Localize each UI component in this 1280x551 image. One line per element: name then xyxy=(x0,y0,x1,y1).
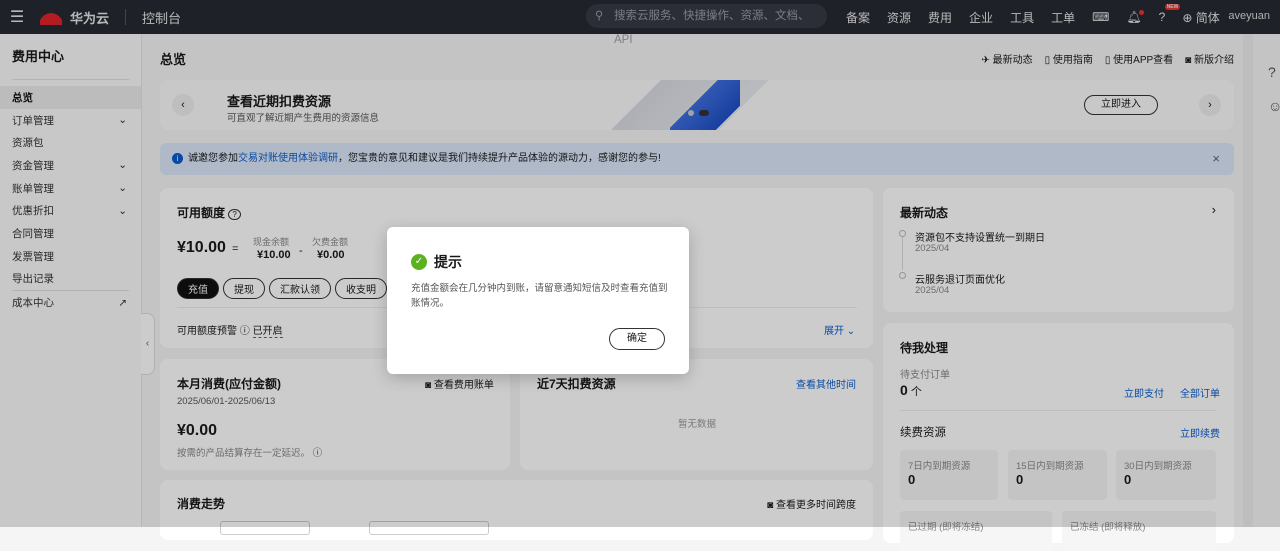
dialog-message: 充值金额会在几分钟内到账，请留意通知短信及时查看充值到账情况。 xyxy=(411,283,668,309)
tip-dialog: ✓ 提示 充值金额会在几分钟内到账，请留意通知短信及时查看充值到账情况。 确定 xyxy=(387,227,689,374)
dialog-title: 提示 xyxy=(434,254,462,270)
confirm-button[interactable]: 确定 xyxy=(609,328,665,350)
success-icon: ✓ xyxy=(411,254,427,270)
